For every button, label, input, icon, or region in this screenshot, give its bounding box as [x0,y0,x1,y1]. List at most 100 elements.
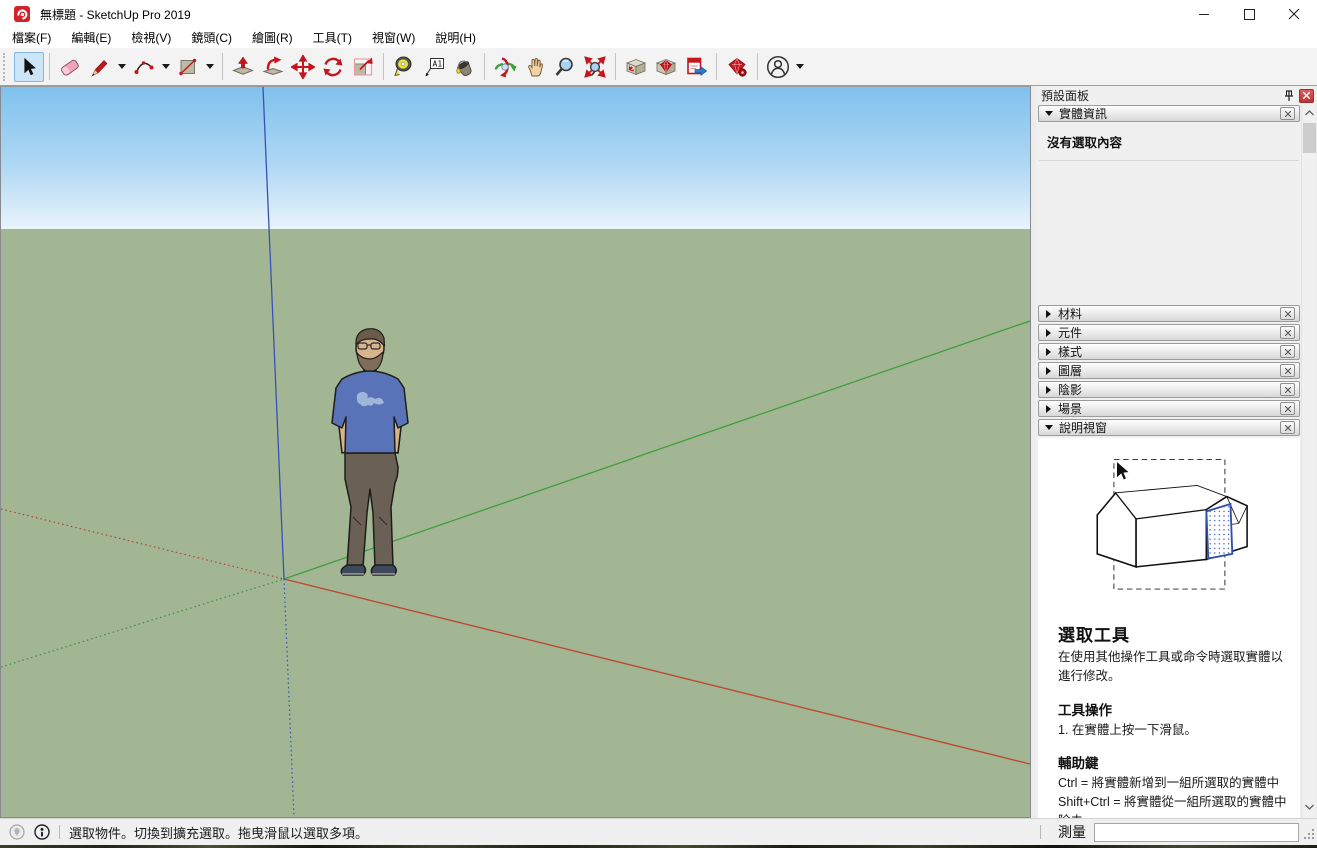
follow-me-tool-button[interactable] [258,52,288,82]
follow-me-icon [261,55,285,79]
status-message: 選取物件。切換到擴充選取。拖曳滑鼠以選取多項。 [69,823,368,842]
menu-camera[interactable]: 鏡頭(C) [181,28,242,48]
move-tool-button[interactable] [288,52,318,82]
move-icon [291,55,315,79]
chevron-right-icon [1046,386,1051,394]
panel-scrollbar[interactable] [1301,105,1316,818]
close-icon [1285,368,1291,374]
section-close-button[interactable] [1280,383,1295,396]
instructor-operation-heading: 工具操作 [1058,699,1288,719]
section-scenes[interactable]: 場景 [1038,400,1300,417]
selected-face [1206,504,1232,559]
section-label: 說明視窗 [1059,419,1107,436]
section-close-button[interactable] [1280,402,1295,415]
section-close-button[interactable] [1280,307,1295,320]
section-close-button[interactable] [1280,107,1295,120]
arc-tool-dropdown[interactable] [159,52,173,82]
menu-view[interactable]: 檢視(V) [121,28,181,48]
section-shadows[interactable]: 陰影 [1038,381,1300,398]
account-icon [765,54,791,80]
extension-warehouse-icon [654,55,678,79]
section-styles[interactable]: 樣式 [1038,343,1300,360]
arc-icon [132,55,156,79]
minimize-button[interactable] [1182,0,1227,28]
viewport-3d[interactable] [0,86,1031,818]
chevron-down-icon [1045,425,1053,430]
push-pull-icon [231,55,255,79]
extension-manager-button[interactable] [722,52,752,82]
resize-grip[interactable] [1299,822,1317,842]
panel-title: 預設面板 [1041,87,1089,104]
section-instructor[interactable]: 說明視窗 [1038,419,1300,436]
chevron-down-icon [206,64,214,69]
tape-measure-tool-button[interactable] [389,52,419,82]
zoom-extents-tool-button[interactable] [580,52,610,82]
pan-tool-button[interactable] [520,52,550,82]
arc-tool-button[interactable] [129,52,159,82]
chevron-right-icon [1046,367,1051,375]
zoom-extents-icon [583,55,607,79]
menu-draw[interactable]: 繪圖(R) [242,28,303,48]
account-button[interactable] [763,52,793,82]
section-components[interactable]: 元件 [1038,324,1300,341]
model-scene [1,87,1030,817]
rotate-tool-button[interactable] [318,52,348,82]
account-dropdown[interactable] [793,52,807,82]
scale-tool-button[interactable] [348,52,378,82]
section-entity-info[interactable]: 實體資訊 [1038,105,1300,122]
section-close-button[interactable] [1280,421,1295,434]
paint-bucket-tool-button[interactable] [449,52,479,82]
panel-header[interactable]: 預設面板 [1036,86,1316,105]
section-close-button[interactable] [1280,345,1295,358]
push-pull-tool-button[interactable] [228,52,258,82]
close-icon [1303,92,1310,99]
pencil-icon [88,55,112,79]
menu-help[interactable]: 說明(H) [425,28,486,48]
measurements-input[interactable] [1094,823,1299,842]
instructor-title: 選取工具 [1058,621,1288,646]
scroll-up-button[interactable] [1302,105,1317,121]
pin-button[interactable] [1281,88,1297,103]
geolocation-button[interactable] [9,824,25,840]
rectangle-tool-button[interactable] [173,52,203,82]
section-layers[interactable]: 圖層 [1038,362,1300,379]
chevron-down-icon [1045,111,1053,116]
orbit-tool-button[interactable] [490,52,520,82]
section-label: 實體資訊 [1059,105,1107,122]
scroll-down-button[interactable] [1302,799,1317,815]
panel-close-button[interactable] [1299,89,1314,103]
toolbar-drag-handle[interactable] [3,53,8,81]
3d-warehouse-button[interactable] [621,52,651,82]
instructor-modifier-shift-ctrl: Shift+Ctrl = 將實體從一組所選取的實體中除去 [1058,793,1288,818]
credits-button[interactable] [34,824,50,840]
eraser-tool-button[interactable] [55,52,85,82]
section-close-button[interactable] [1280,364,1295,377]
text-tool-glyph: A1 [433,59,443,68]
title-bar: 無標題 - SketchUp Pro 2019 [0,0,1317,28]
line-tool-button[interactable] [85,52,115,82]
chevron-right-icon [1046,329,1051,337]
zoom-tool-button[interactable] [550,52,580,82]
main-area: 預設面板 實體資訊 沒有選取內容 [0,86,1317,818]
close-icon [1285,387,1291,393]
line-tool-dropdown[interactable] [115,52,129,82]
text-tool-button[interactable]: A1 [419,52,449,82]
menu-window[interactable]: 視窗(W) [362,28,425,48]
3d-warehouse-icon [624,55,648,79]
send-to-layout-button[interactable] [681,52,711,82]
menu-tools[interactable]: 工具(T) [303,28,362,48]
maximize-button[interactable] [1227,0,1272,28]
section-close-button[interactable] [1280,326,1295,339]
select-tool-button[interactable] [14,52,44,82]
rectangle-tool-dropdown[interactable] [203,52,217,82]
orbit-icon [493,55,517,79]
menu-file[interactable]: 檔案(F) [2,28,61,48]
extension-warehouse-button[interactable] [651,52,681,82]
scrollbar-thumb[interactable] [1303,123,1316,153]
pan-hand-icon [523,55,547,79]
section-materials[interactable]: 材料 [1038,305,1300,322]
chevron-down-icon [796,64,804,69]
close-button[interactable] [1272,0,1317,28]
maximize-icon [1244,9,1255,20]
menu-edit[interactable]: 編輯(E) [61,28,121,48]
